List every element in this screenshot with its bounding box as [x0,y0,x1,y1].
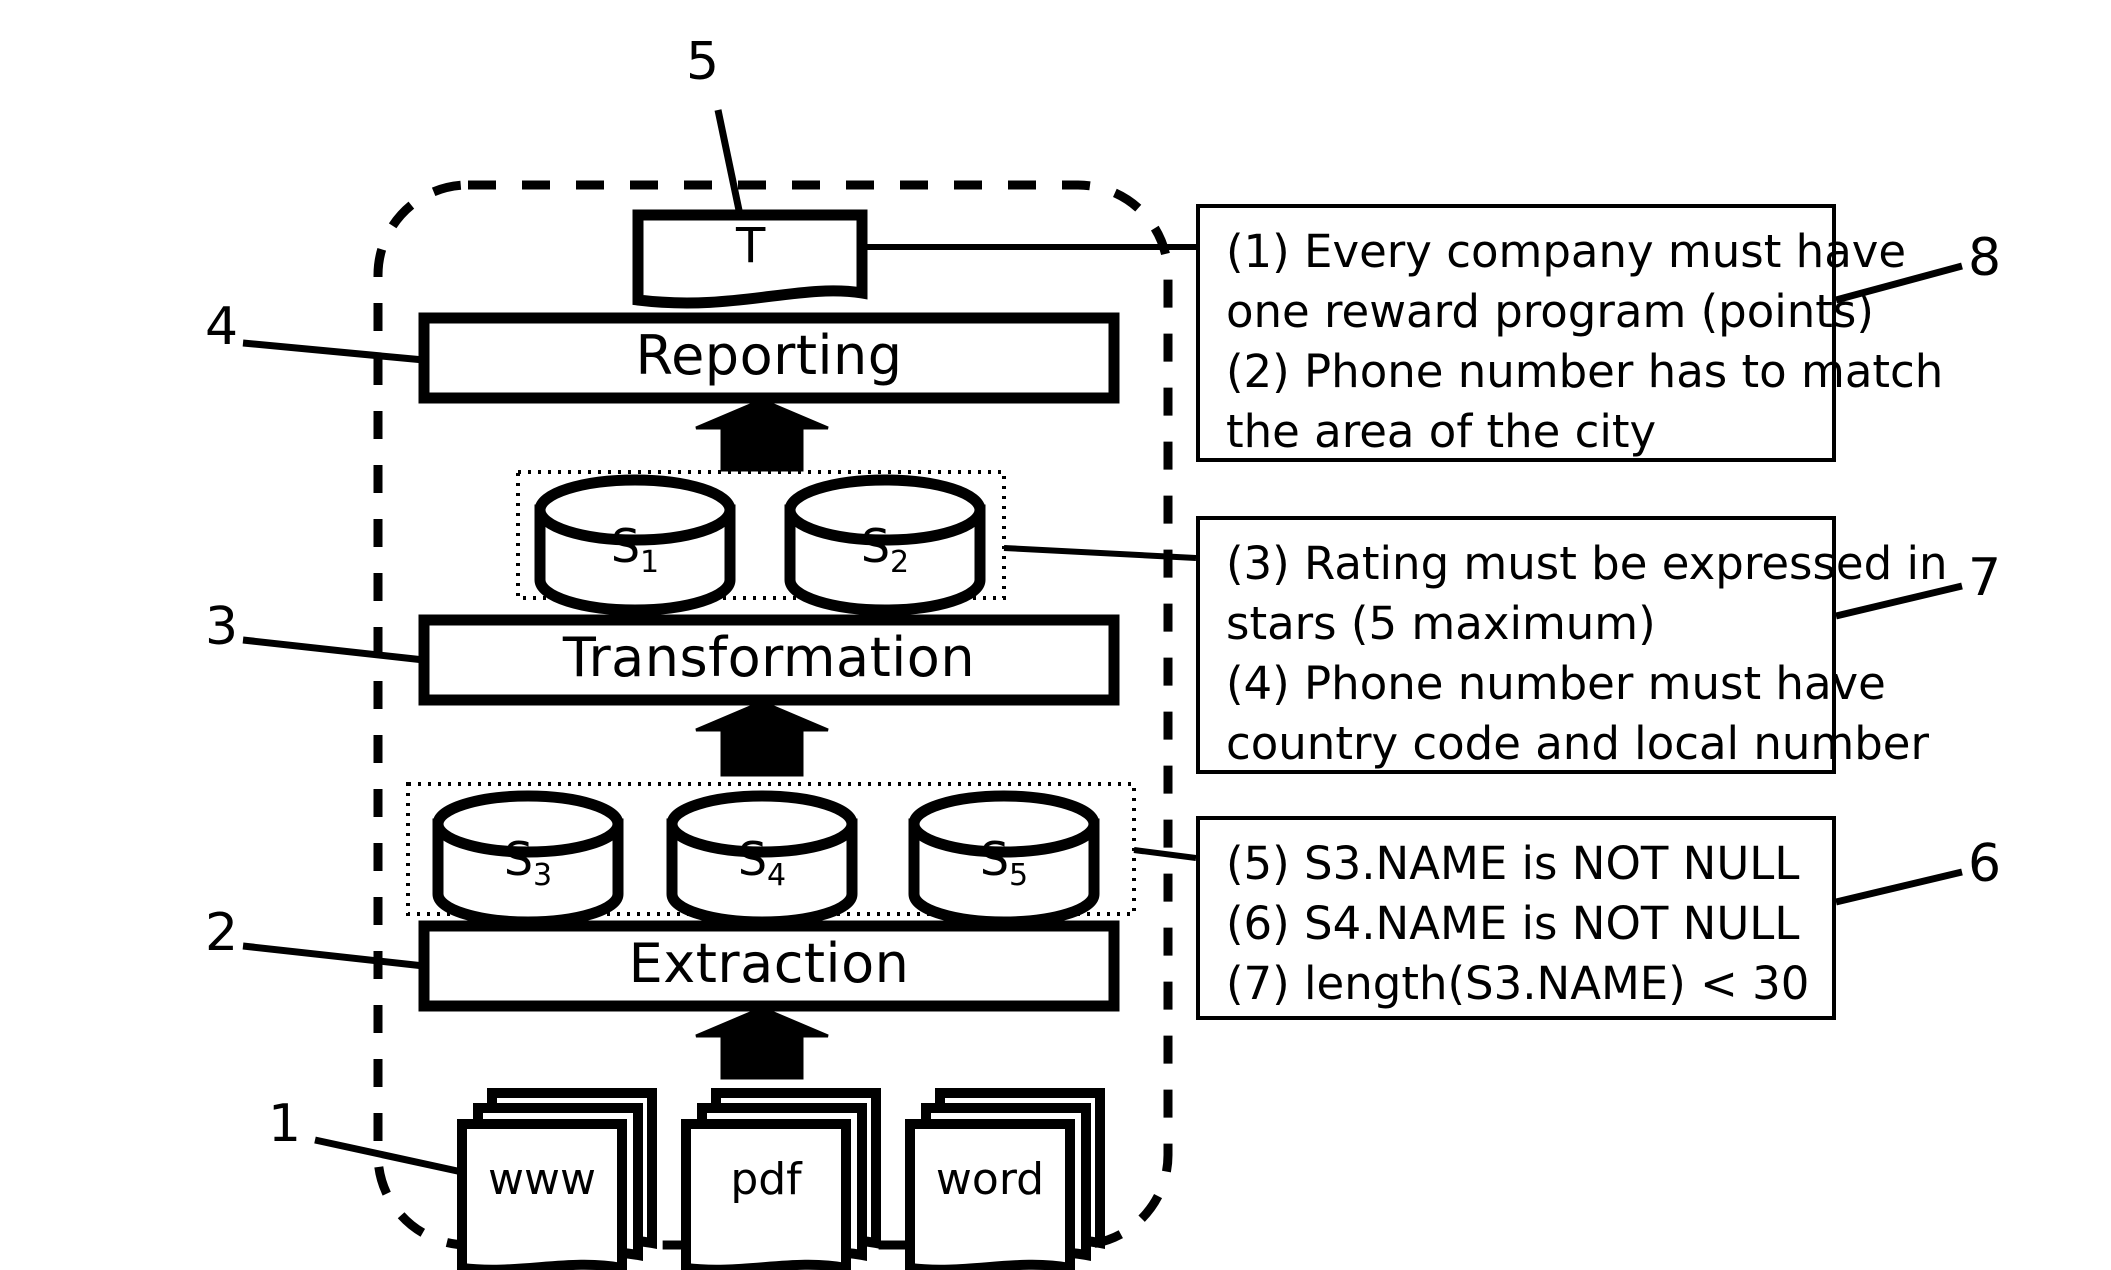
datastore-label-s1-base: S [610,519,641,573]
rule-box-6: (5) S3.NAME is NOT NULL (6) S4.NAME is N… [1196,816,1836,1020]
leader-line-5 [714,109,744,216]
stage-label-reporting: Reporting [635,324,903,387]
rule-box-8-line-4: the area of the city [1226,404,1657,458]
datastore-label-s1-subscript: 1 [640,545,660,580]
reference-numeral-2: 2 [205,903,239,963]
flow-arrow-up-to-extraction [695,1006,829,1080]
flow-arrow-up-to-transformation [695,700,829,777]
datastore-label-s5-subscript: 5 [1009,858,1029,893]
datastore-label-s4: S4 [676,836,848,891]
datastore-label-s2: S2 [795,523,975,578]
rule-box-8-line-2: one reward program (points) [1226,284,1874,338]
rule-box-8-line-3: (2) Phone number has to match [1226,344,1944,398]
source-label-pdf: pdf [730,1154,802,1205]
reference-numeral-4: 4 [205,297,239,357]
leader-line-7 [1835,582,1963,620]
rule-box-8: (1) Every company must have one reward p… [1196,204,1944,462]
reference-numeral-8: 8 [1968,228,2002,288]
reference-numeral-5: 5 [686,32,720,92]
datastore-label-s4-base: S [737,832,768,886]
rule-box-7-line-3: (4) Phone number must have [1226,656,1886,710]
datastore-label-s3-subscript: 3 [533,858,553,893]
stage-label-extraction: Extraction [628,932,910,995]
leader-line-3 [242,636,425,664]
rule-box-7-line-1: (3) Rating must be expressed in [1226,537,1948,590]
reference-numeral-3: 3 [205,597,239,657]
datastore-label-s2-base: S [860,519,891,573]
datastore-label-s3-base: S [503,832,534,886]
datastore-label-s5-base: S [979,832,1010,886]
leader-line-1 [314,1136,463,1176]
source-label-word: word [935,1154,1045,1205]
source-label-www: www [488,1154,596,1205]
connector-sourcestores-to-rulebox-6 [1133,847,1197,861]
patent-figure: 5 4 3 2 1 8 7 6 T Reporting Transformati… [0,0,2111,1270]
datastore-label-s2-subscript: 2 [890,545,910,580]
datastore-label-s4-subscript: 4 [767,858,787,893]
reference-numeral-6: 6 [1968,834,2002,894]
rule-box-7-line-4: country code and local number [1226,716,1929,770]
reference-numeral-1: 1 [268,1094,302,1154]
flow-arrow-up-to-reporting [695,398,829,472]
reference-numeral-7: 7 [1968,548,2002,608]
rule-box-8-line-1: (1) Every company must have [1226,225,1907,278]
leader-line-6 [1835,868,1963,906]
target-document-label: T [736,218,766,274]
rule-box-7: (3) Rating must be expressed in stars (5… [1196,516,1948,774]
rule-box-6-line-3: (7) length(S3.NAME) < 30 [1226,956,1810,1010]
stage-label-transformation: Transformation [562,626,976,689]
rule-box-6-line-2: (6) S4.NAME is NOT NULL [1226,896,1800,950]
datastore-label-s1: S1 [545,523,725,578]
rule-box-7-line-2: stars (5 maximum) [1226,596,1656,650]
leader-line-2 [242,942,425,970]
leader-line-4 [242,339,425,364]
rule-box-6-line-1: (5) S3.NAME is NOT NULL [1226,837,1800,890]
datastore-label-s3: S3 [442,836,614,891]
datastore-label-s5: S5 [918,836,1090,891]
